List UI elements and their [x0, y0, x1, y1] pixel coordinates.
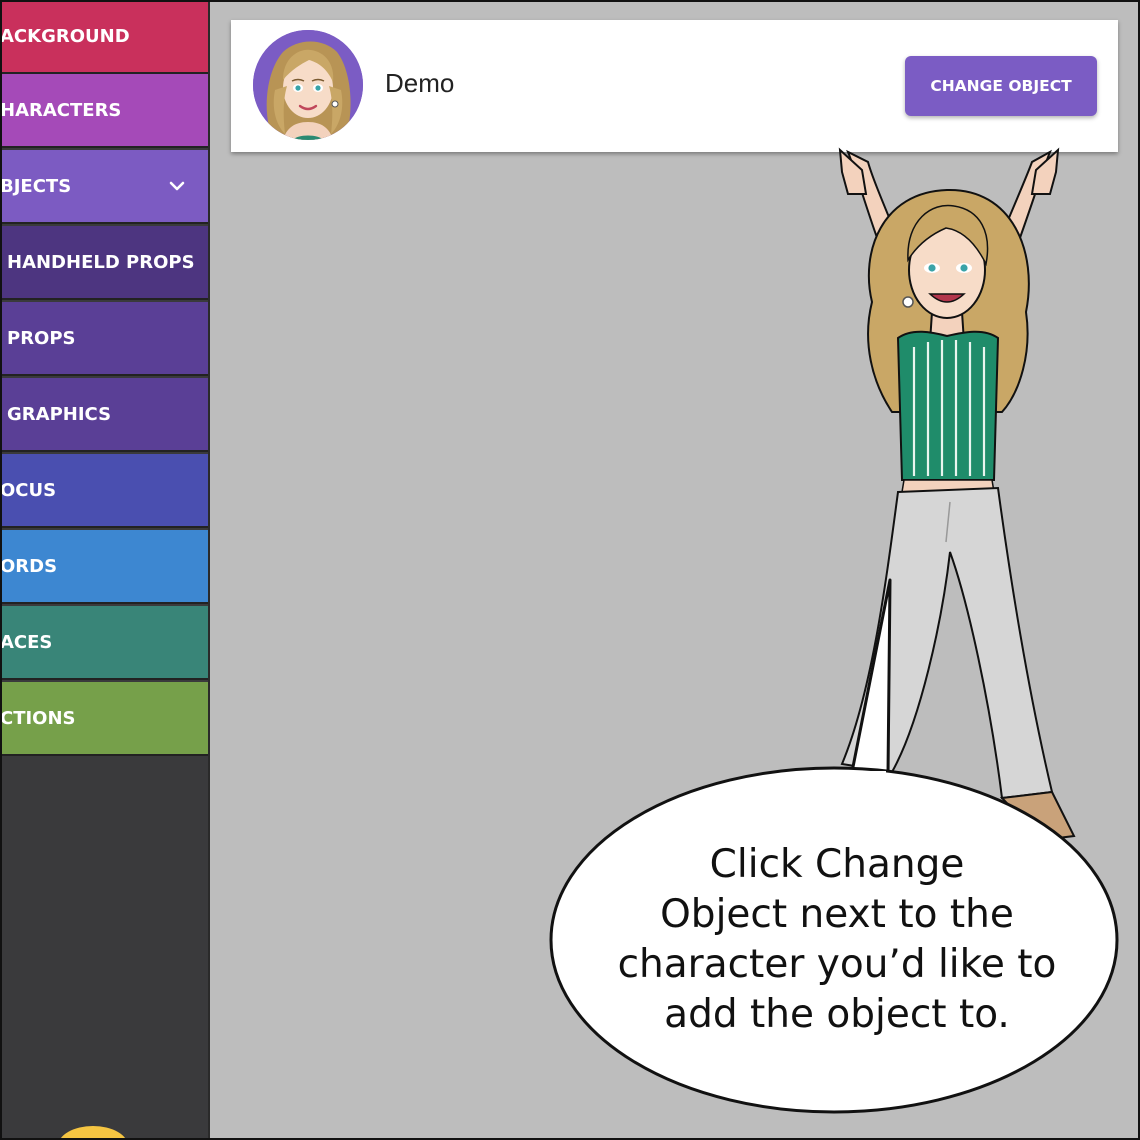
- bubble-line: add the object to.: [664, 992, 1010, 1037]
- comic-panel: ACKGROUND HARACTERS BJECTS HANDHELD PROP…: [0, 0, 1140, 1140]
- bubble-line: Object next to the: [660, 892, 1014, 937]
- bubble-line: Click Change: [709, 842, 965, 887]
- bubble-line: character you’d like to: [617, 942, 1057, 987]
- speech-bubble-text: Click Change Object next to the characte…: [582, 840, 1092, 1040]
